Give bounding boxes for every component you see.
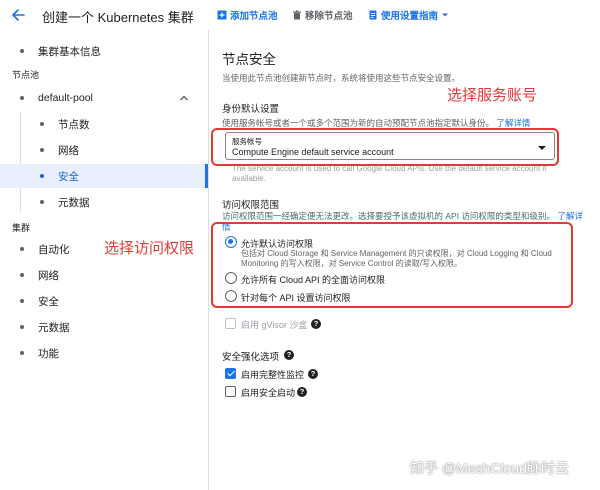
help-icon[interactable]: ? — [284, 350, 294, 360]
integrity-monitoring-label: 启用完整性监控 — [241, 370, 305, 380]
help-icon[interactable]: ? — [297, 387, 307, 397]
integrity-monitoring-checkbox[interactable] — [225, 368, 236, 379]
bullet-icon — [20, 273, 24, 277]
bullet-icon — [40, 148, 44, 152]
access-scope-description-text: 访问权限范围一经确定便无法更改。选择要授予该虚拟机的 API 访问权限的类型和级… — [222, 211, 555, 221]
identity-heading: 身份默认设置 — [222, 104, 280, 115]
help-icon[interactable]: ? — [308, 369, 318, 379]
identity-description-text: 使用服务帐号或者一个或多个范围为新的自动预配节点池指定默认身份。 — [222, 118, 495, 128]
access-scope-heading: 访问权限范围 — [222, 200, 280, 211]
sidebar-item-cluster-network[interactable]: 网络 — [0, 263, 208, 287]
remove-node-pool-button[interactable]: 移除节点池 — [292, 8, 353, 22]
sidebar-item-label: 安全 — [38, 295, 59, 308]
active-indicator — [205, 164, 208, 188]
annotation-box-access-scope — [211, 222, 573, 308]
sidebar-item-node-count[interactable]: 节点数 — [0, 112, 208, 136]
chevron-up-icon[interactable] — [179, 93, 189, 103]
bullet-icon — [20, 351, 24, 355]
sidebar: 集群基本信息 节点池 default-pool 节点数 网络 安全 元数据 集群… — [0, 30, 209, 490]
sidebar-item-pool-metadata[interactable]: 元数据 — [0, 190, 208, 214]
back-arrow-icon[interactable] — [10, 7, 26, 23]
annotation-service-account: 选择服务账号 — [447, 87, 538, 104]
add-node-pool-button[interactable]: 添加节点池 — [217, 8, 278, 22]
page-title: 创建一个 Kubernetes 集群 — [42, 10, 194, 25]
bullet-icon — [20, 49, 24, 53]
help-icon[interactable]: ? — [311, 319, 321, 329]
setup-guide-button[interactable]: 使用设置指南 — [368, 8, 449, 22]
sidebar-item-default-pool[interactable]: default-pool — [0, 86, 208, 110]
add-node-pool-label: 添加节点池 — [230, 11, 278, 22]
hardening-heading: 安全强化选项 — [222, 352, 280, 363]
bullet-icon — [20, 247, 24, 251]
remove-node-pool-label: 移除节点池 — [305, 11, 353, 22]
bullet-icon — [20, 96, 24, 100]
annotation-box-service-account — [211, 128, 559, 166]
document-icon — [369, 10, 377, 20]
setup-guide-label: 使用设置指南 — [381, 11, 439, 22]
secure-boot-label: 启用安全启动 — [241, 388, 296, 398]
secure-boot-checkbox[interactable] — [225, 386, 236, 397]
sidebar-item-cluster-metadata[interactable]: 元数据 — [0, 315, 208, 339]
trash-icon — [293, 10, 301, 20]
sidebar-item-pool-network[interactable]: 网络 — [0, 138, 208, 162]
section-intro: 当使用此节点池创建新节点时，系统将使用这些节点安全设置。 — [222, 73, 461, 83]
page-section-title: 节点安全 — [222, 52, 276, 67]
top-bar: 创建一个 Kubernetes 集群 添加节点池 移除节点池 使用设置指南 — [0, 0, 600, 30]
access-scope-description: 访问权限范围一经确定便无法更改。选择要授予该虚拟机的 API 访问权限的类型和级… — [222, 211, 583, 222]
sidebar-item-label: 功能 — [38, 347, 59, 360]
gvisor-checkbox[interactable] — [225, 318, 236, 329]
bullet-icon — [40, 200, 44, 204]
sidebar-item-cluster-basics[interactable]: 集群基本信息 — [0, 39, 208, 63]
annotation-access-scope: 选择访问权限 — [104, 240, 195, 257]
bullet-icon — [40, 174, 44, 178]
sidebar-item-pool-security[interactable]: 安全 — [0, 164, 208, 188]
sidebar-item-label: 网络 — [58, 144, 79, 157]
bullet-icon — [40, 122, 44, 126]
gvisor-label: 启用 gVisor 沙盒 — [241, 320, 308, 330]
chevron-down-icon — [442, 13, 449, 17]
sidebar-item-label: 集群基本信息 — [38, 45, 101, 58]
sidebar-section-node-pools: 节点池 — [12, 70, 40, 80]
sidebar-item-label: 安全 — [58, 170, 79, 183]
sidebar-item-label: 元数据 — [58, 196, 90, 209]
service-account-helper-2: available. — [232, 174, 266, 183]
add-box-icon — [217, 10, 227, 20]
sidebar-item-label: 节点数 — [58, 118, 90, 131]
access-learn-more-link[interactable]: 了解详 — [557, 211, 583, 221]
sidebar-section-cluster: 集群 — [12, 223, 31, 233]
sidebar-item-label: 网络 — [38, 269, 59, 282]
sidebar-item-features[interactable]: 功能 — [0, 341, 208, 365]
watermark: 知乎 @MeshCloud脉时云 — [410, 460, 569, 476]
bullet-icon — [20, 299, 24, 303]
identity-learn-more-link[interactable]: 了解详情 — [496, 118, 530, 128]
sidebar-item-label: 元数据 — [38, 321, 70, 334]
sidebar-item-label: default-pool — [38, 92, 93, 104]
bullet-icon — [20, 325, 24, 329]
sidebar-item-cluster-security[interactable]: 安全 — [0, 289, 208, 313]
sidebar-item-label: 自动化 — [38, 243, 70, 256]
